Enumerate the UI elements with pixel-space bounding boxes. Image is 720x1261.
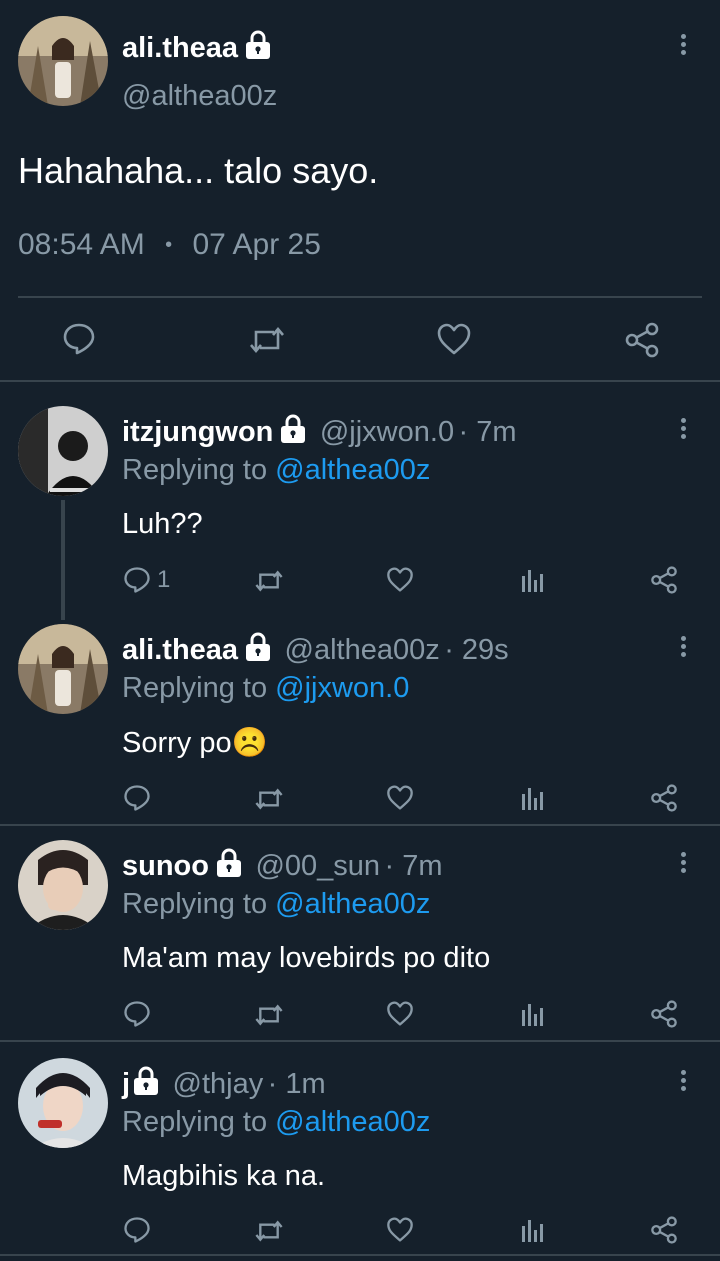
- analytics-icon[interactable]: [520, 1216, 544, 1242]
- display-name[interactable]: itzjungwon: [122, 416, 273, 448]
- display-name[interactable]: sunoo: [122, 850, 209, 882]
- retweet-icon[interactable]: [248, 324, 286, 356]
- more-options-icon[interactable]: [677, 34, 689, 58]
- reply-time: · 1m: [267, 1068, 326, 1100]
- lock-icon: [244, 30, 272, 68]
- handle[interactable]: @althea00z: [122, 80, 277, 113]
- share-icon[interactable]: [650, 566, 678, 594]
- replying-to: Replying to @althea00z: [122, 888, 431, 920]
- reply-time: · 29s: [444, 634, 509, 666]
- divider: [0, 380, 720, 382]
- replying-to-link[interactable]: @althea00z: [275, 454, 430, 486]
- display-name[interactable]: ali.theaa: [122, 30, 272, 68]
- reply-icon[interactable]: [123, 566, 151, 594]
- divider: [0, 824, 720, 826]
- divider: [18, 296, 702, 298]
- reply-header: sunoo @00_sun · 7m: [122, 848, 443, 883]
- reply-count: 1: [157, 566, 171, 593]
- more-options-icon[interactable]: [677, 418, 689, 442]
- lock-icon: [215, 848, 243, 883]
- reply-header: ali.theaa @althea00z · 29s: [122, 632, 509, 667]
- like-icon[interactable]: [386, 1000, 414, 1027]
- analytics-icon[interactable]: [520, 784, 544, 810]
- display-name[interactable]: j: [122, 1068, 130, 1100]
- share-icon[interactable]: [650, 784, 678, 812]
- reply-time: · 7m: [458, 416, 517, 448]
- retweet-icon[interactable]: [254, 568, 284, 594]
- handle[interactable]: @althea00z: [285, 634, 440, 666]
- handle[interactable]: @jjxwon.0: [320, 416, 454, 448]
- reply-text: Sorry po☹️: [122, 727, 268, 759]
- handle[interactable]: @thjay: [173, 1068, 264, 1100]
- reply-icon[interactable]: [62, 322, 96, 356]
- like-icon[interactable]: [386, 1216, 414, 1243]
- timestamp-separator: •: [165, 234, 173, 256]
- replying-to-link[interactable]: @althea00z: [275, 888, 430, 920]
- tweet-timestamp: 08:54 AM • 07 Apr 25: [18, 228, 321, 262]
- avatar[interactable]: [18, 1058, 108, 1148]
- reply-text: Ma'am may lovebirds po dito: [122, 942, 491, 974]
- handle[interactable]: @00_sun: [255, 850, 380, 882]
- replying-to: Replying to @althea00z: [122, 454, 431, 486]
- replying-to-link[interactable]: @althea00z: [275, 1106, 430, 1138]
- reply-text: Magbihis ka na.: [122, 1160, 326, 1192]
- tweet-time: 08:54 AM: [18, 228, 145, 261]
- avatar[interactable]: [18, 840, 108, 930]
- share-icon[interactable]: [650, 1000, 678, 1028]
- like-icon[interactable]: [386, 784, 414, 811]
- reply-thread-line: [61, 500, 65, 620]
- reply-header: itzjungwon @jjxwon.0 · 7m: [122, 414, 517, 449]
- share-icon[interactable]: [624, 322, 660, 358]
- retweet-icon[interactable]: [254, 786, 284, 812]
- reply-header: j @thjay · 1m: [122, 1066, 326, 1101]
- avatar[interactable]: [18, 16, 108, 106]
- more-options-icon[interactable]: [677, 636, 689, 660]
- retweet-icon[interactable]: [254, 1218, 284, 1244]
- reply-time: · 7m: [384, 850, 443, 882]
- more-options-icon[interactable]: [677, 852, 689, 876]
- tweet-text: Hahahaha... talo sayo.: [18, 150, 379, 191]
- display-name[interactable]: ali.theaa: [122, 634, 238, 666]
- more-options-icon[interactable]: [677, 1070, 689, 1094]
- retweet-icon[interactable]: [254, 1002, 284, 1028]
- like-icon[interactable]: [436, 322, 472, 356]
- replying-to-link[interactable]: @jjxwon.0: [275, 672, 409, 704]
- tweet-date: 07 Apr 25: [192, 228, 321, 261]
- lock-icon: [132, 1066, 160, 1101]
- lock-icon: [279, 414, 307, 449]
- replying-to: Replying to @althea00z: [122, 1106, 431, 1138]
- analytics-icon[interactable]: [520, 1000, 544, 1026]
- avatar[interactable]: [18, 624, 108, 714]
- reply-icon[interactable]: [123, 784, 151, 812]
- reply-text: Luh??: [122, 508, 203, 540]
- lock-icon: [244, 632, 272, 667]
- analytics-icon[interactable]: [520, 566, 544, 592]
- reply-icon[interactable]: [123, 1000, 151, 1028]
- like-icon[interactable]: [386, 566, 414, 593]
- share-icon[interactable]: [650, 1216, 678, 1244]
- reply-icon[interactable]: [123, 1216, 151, 1244]
- replying-to: Replying to @jjxwon.0: [122, 672, 410, 704]
- divider: [0, 1040, 720, 1042]
- avatar[interactable]: [18, 406, 108, 496]
- divider: [0, 1254, 720, 1256]
